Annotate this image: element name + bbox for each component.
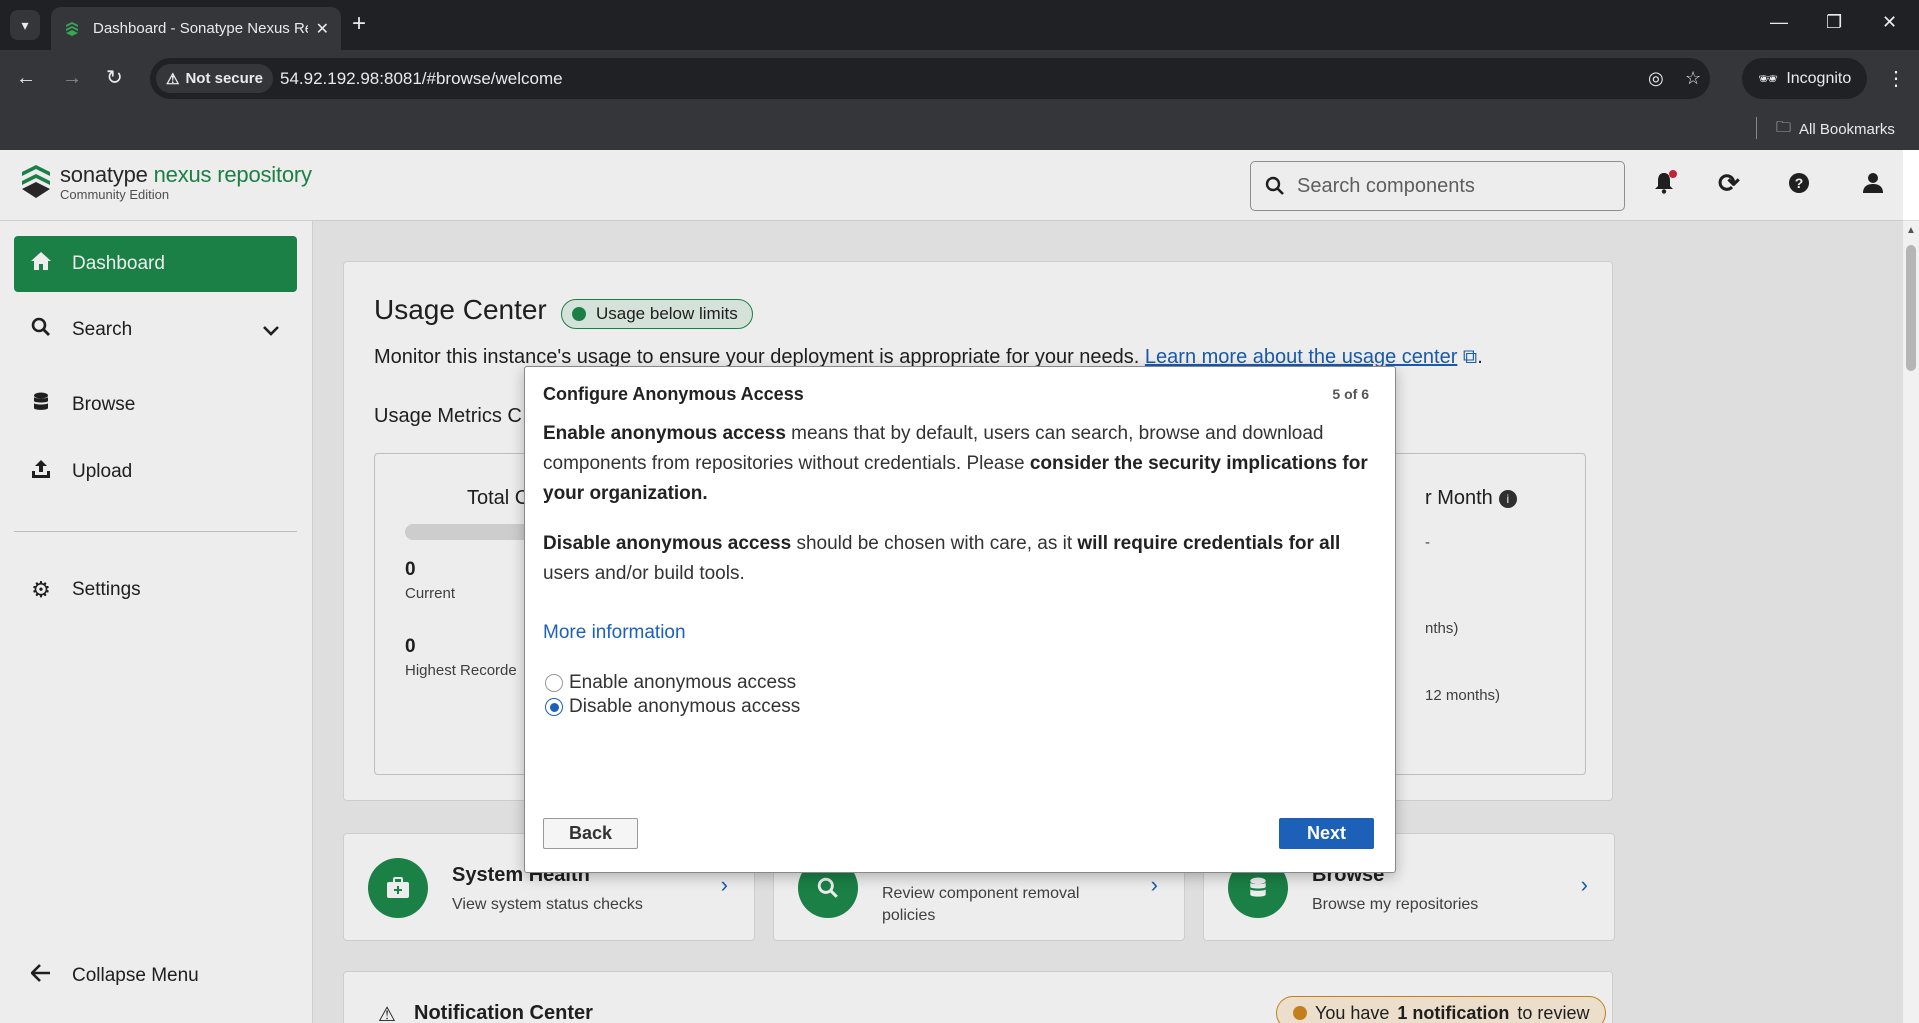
bookmarks-divider — [1756, 117, 1757, 139]
nexus-favicon-icon — [63, 20, 81, 38]
folder-icon: 🗀 — [1776, 119, 1792, 136]
address-bar[interactable]: ⚠ Not secure 54.92.192.98:8081/#browse/w… — [150, 58, 1710, 99]
scroll-thumb[interactable] — [1906, 245, 1916, 371]
browser-tab-bar: ▾ Dashboard - Sonatype Nexus Re ✕ + — ❐ … — [0, 0, 1919, 50]
browser-tab[interactable]: Dashboard - Sonatype Nexus Re ✕ — [51, 7, 341, 50]
star-icon[interactable]: ☆ — [1685, 68, 1701, 89]
anonymous-access-dialog: Configure Anonymous Access 5 of 6 Enable… — [524, 366, 1396, 873]
incognito-icon: 🕶 — [1758, 70, 1779, 88]
disable-text: should be chosen with care, as it — [791, 533, 1078, 554]
security-chip[interactable]: ⚠ Not secure — [156, 64, 273, 93]
tab-title: Dashboard - Sonatype Nexus Re — [93, 20, 308, 37]
reload-icon[interactable]: ↻ — [106, 66, 123, 90]
disable-anonymous-radio[interactable] — [545, 698, 563, 716]
scroll-up-arrow-icon[interactable]: ▲ — [1906, 225, 1916, 236]
all-bookmarks-button[interactable]: 🗀 All Bookmarks — [1776, 117, 1895, 142]
bookmarks-bar: 🗀 All Bookmarks — [0, 107, 1919, 150]
enable-anonymous-radio[interactable] — [545, 674, 563, 692]
security-label: Not secure — [185, 70, 263, 87]
dialog-title: Configure Anonymous Access — [543, 384, 804, 404]
enable-anonymous-option[interactable]: Enable anonymous access — [543, 672, 796, 694]
restore-icon[interactable]: ❐ — [1826, 12, 1842, 33]
more-information-link[interactable]: More information — [543, 622, 686, 644]
step-indicator: 5 of 6 — [1332, 386, 1369, 402]
tab-search-button[interactable]: ▾ — [10, 10, 40, 40]
page-scrollbar[interactable]: ▲ — [1903, 221, 1919, 1023]
disable-text-end: users and/or build tools. — [543, 563, 745, 584]
next-button[interactable]: Next — [1279, 818, 1374, 849]
back-button[interactable]: Back — [543, 818, 638, 849]
enable-term: Enable anonymous access — [543, 423, 786, 444]
minimize-icon[interactable]: — — [1770, 12, 1788, 33]
warning-icon: ⚠ — [166, 70, 180, 88]
disable-option-label[interactable]: Disable anonymous access — [569, 696, 800, 718]
url-text[interactable]: 54.92.192.98:8081/#browse/welcome — [280, 69, 563, 89]
dialog-body: Enable anonymous access means that by de… — [543, 419, 1373, 609]
disable-term: Disable anonymous access — [543, 533, 792, 554]
tab-close-icon[interactable]: ✕ — [316, 19, 329, 39]
incognito-label: Incognito — [1786, 69, 1852, 87]
disable-description: Disable anonymous access should be chose… — [543, 529, 1373, 589]
forward-nav-icon[interactable]: → — [62, 66, 82, 90]
back-nav-icon[interactable]: ← — [16, 66, 36, 90]
browser-toolbar: ← → ↻ ⚠ Not secure 54.92.192.98:8081/#br… — [0, 50, 1919, 107]
enable-option-label[interactable]: Enable anonymous access — [569, 672, 796, 694]
browser-menu-icon[interactable]: ⋮ — [1886, 66, 1906, 91]
new-tab-button[interactable]: + — [352, 12, 366, 36]
credentials-warning-text: will require credentials for all — [1077, 533, 1341, 554]
close-window-icon[interactable]: ✕ — [1882, 12, 1897, 33]
all-bookmarks-label: All Bookmarks — [1799, 121, 1895, 138]
disable-anonymous-option[interactable]: Disable anonymous access — [543, 696, 800, 718]
eye-off-icon[interactable]: ◎ — [1648, 68, 1664, 89]
incognito-chip[interactable]: 🕶 Incognito — [1742, 58, 1868, 99]
enable-description: Enable anonymous access means that by de… — [543, 419, 1373, 509]
